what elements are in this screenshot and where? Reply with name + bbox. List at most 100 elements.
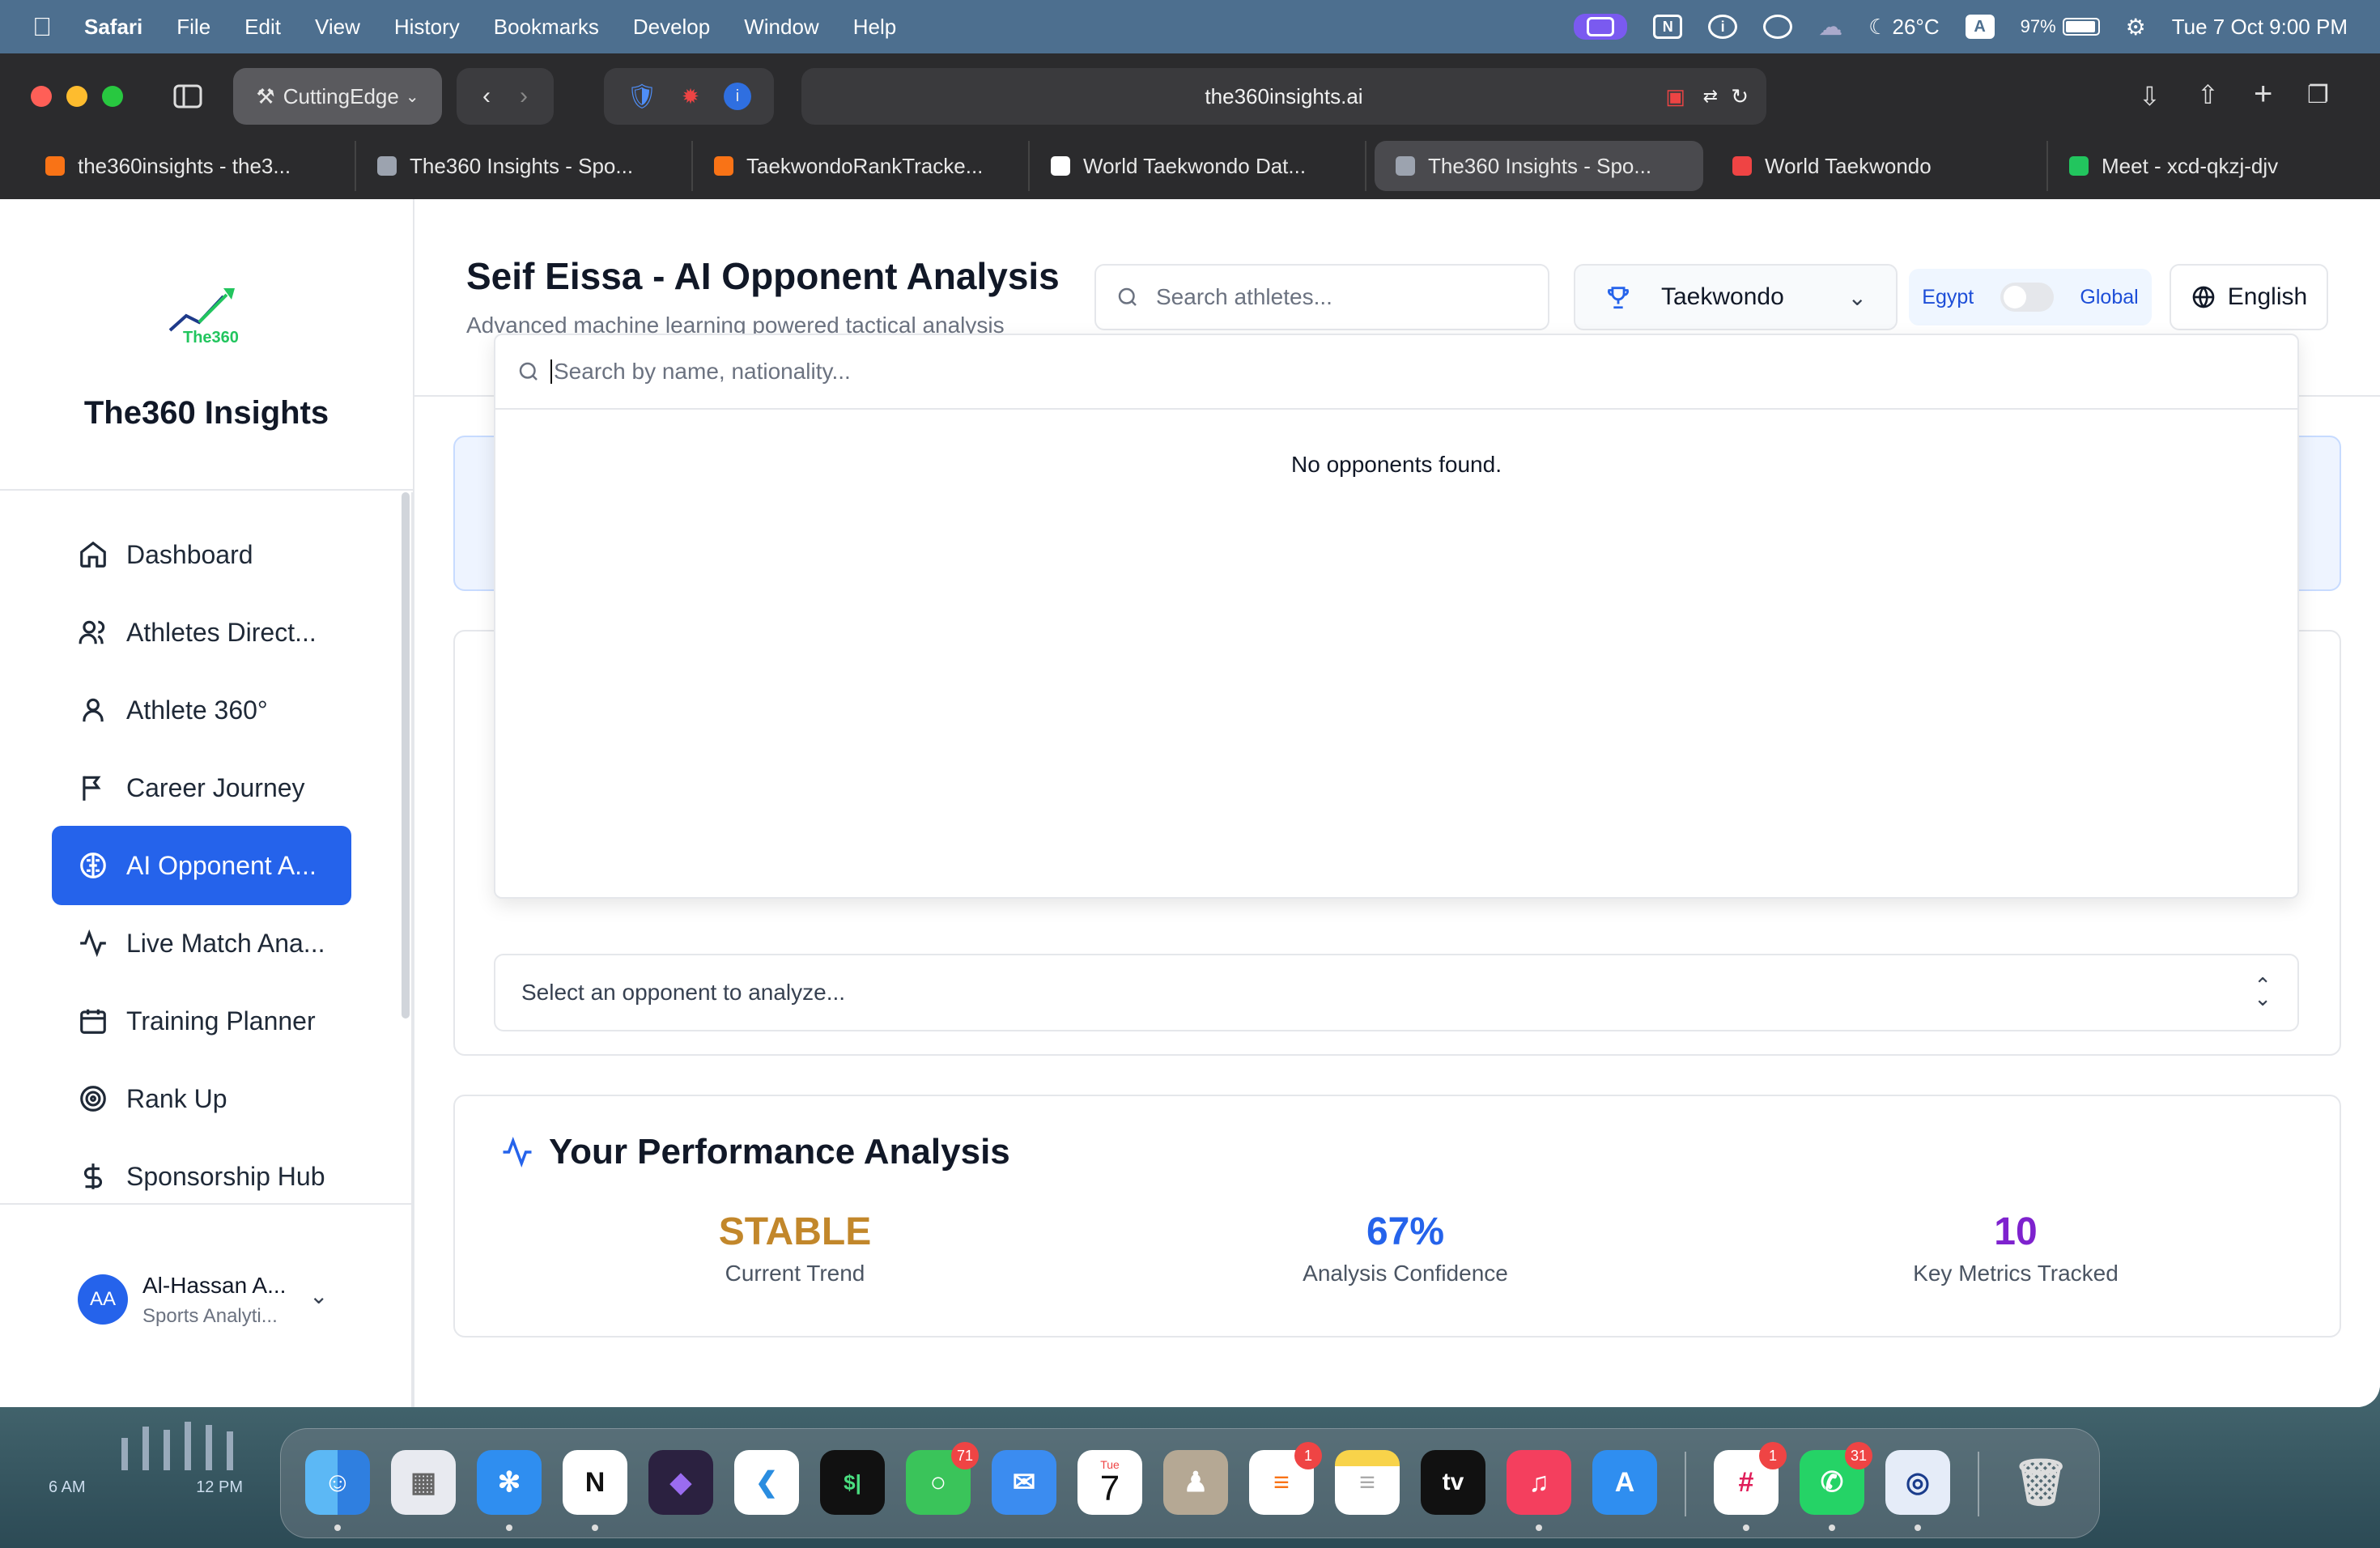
dock-slack-icon[interactable]: #1 [1714, 1442, 1787, 1515]
bug-extension-icon[interactable]: ✹ [682, 84, 699, 109]
tab-title: World Taekwondo Dat... [1083, 153, 1307, 178]
circle-menu-icon[interactable] [1763, 15, 1793, 39]
dock-whatsapp-icon[interactable]: ✆ 31 [1800, 1442, 1872, 1515]
translate-icon[interactable]: ⇄ [1703, 86, 1718, 107]
browser-tab[interactable]: The360 Insights - Spo... [356, 141, 693, 191]
sidebar-toggle-button[interactable] [159, 68, 217, 125]
stat-label: Analysis Confidence [1303, 1261, 1508, 1286]
sidebar-item-rank-up[interactable]: Rank Up [52, 1059, 351, 1138]
running-indicator [1915, 1525, 1921, 1531]
onepassword-menu-icon[interactable]: i [1708, 15, 1738, 39]
region-egypt-label[interactable]: Egypt [1922, 286, 1974, 309]
close-window-button[interactable] [31, 86, 52, 107]
address-bar[interactable]: the360insights.ai ▣ ⇄ ↻ [801, 68, 1766, 125]
chevron-down-icon[interactable]: ⌄ [309, 1282, 328, 1309]
menu-file[interactable]: File [176, 15, 210, 40]
browser-tab[interactable]: TaekwondoRankTracke... [693, 141, 1030, 191]
tab-favicon-icon [714, 156, 733, 176]
downloads-icon[interactable]: ⇩ [2139, 81, 2161, 112]
recording-icon[interactable]: ▣ [1665, 84, 1685, 109]
share-icon[interactable]: ⇧ [2197, 79, 2219, 110]
sidebar-item-live-match-analysis[interactable]: Live Match Ana... [52, 904, 351, 983]
badge: 1 [1759, 1442, 1787, 1469]
dock-finder-icon[interactable]: ☺ [305, 1450, 370, 1515]
dock-onepassword-icon[interactable]: ◎ [1885, 1450, 1950, 1515]
dock-notes-icon[interactable]: ≡ [1335, 1450, 1400, 1515]
menu-help[interactable]: Help [853, 15, 896, 40]
dock-reminders-icon[interactable]: ≡ 1 [1249, 1442, 1322, 1515]
shield-extension-icon[interactable]: 🛡 [627, 83, 657, 111]
user-footer[interactable]: AA Al-Hassan A... Sports Analyti... ⌄ [0, 1203, 411, 1407]
apple-menu-icon[interactable]:  [32, 12, 52, 42]
battery-status[interactable]: 97% [2021, 16, 2100, 37]
new-tab-icon[interactable]: + [2254, 76, 2272, 113]
menu-window[interactable]: Window [744, 15, 818, 40]
sidebar-item-label: Training Planner [126, 1006, 316, 1036]
browser-tab-active[interactable]: The360 Insights - Spo... [1375, 141, 1703, 191]
dock-tv-icon[interactable]: tv [1421, 1450, 1485, 1515]
opponent-search-input[interactable]: Search by name, nationality... [495, 335, 2297, 410]
athlete-search-input[interactable]: Search athletes... [1094, 264, 1549, 330]
menu-view[interactable]: View [315, 15, 360, 40]
desktop-widget: 6 AM 12 PM [49, 1414, 259, 1511]
opponent-search-popover: Search by name, nationality... No oppone… [494, 334, 2299, 899]
dock-safari-icon[interactable]: ✻ [477, 1450, 542, 1515]
zoom-window-button[interactable] [102, 86, 123, 107]
sidebar-item-athlete-360[interactable]: Athlete 360° [52, 670, 351, 750]
dock-music-icon[interactable]: ♫ [1507, 1450, 1571, 1515]
sidebar-item-dashboard[interactable]: Dashboard [52, 515, 351, 594]
menu-clock[interactable]: Tue 7 Oct 9:00 PM [2172, 15, 2348, 40]
control-center-icon[interactable]: ⚙ [2126, 14, 2146, 40]
minimize-window-button[interactable] [66, 86, 87, 107]
dock-obsidian-icon[interactable]: ◆ [648, 1450, 713, 1515]
profile-button[interactable]: ⚒ CuttingEdge ⌄ [233, 68, 442, 125]
menu-history[interactable]: History [394, 15, 460, 40]
menu-bookmarks[interactable]: Bookmarks [494, 15, 599, 40]
browser-tab[interactable]: World Taekwondo Dat... [1030, 141, 1366, 191]
input-source-icon[interactable]: A [1965, 15, 1995, 39]
browser-tab[interactable]: World Taekwondo [1711, 141, 2048, 191]
performance-title-text: Your Performance Analysis [549, 1132, 1010, 1172]
sidebar-item-training-planner[interactable]: Training Planner [52, 981, 351, 1061]
dock-terminal-icon[interactable]: $| [820, 1450, 885, 1515]
moon-icon: ☾ [1868, 14, 1888, 39]
dock-contacts-icon[interactable]: ♟ [1163, 1450, 1228, 1515]
notion-menu-icon[interactable]: N [1653, 15, 1683, 39]
forward-icon[interactable]: › [520, 83, 528, 110]
dock-calendar-icon[interactable]: Tue 7 [1077, 1450, 1142, 1515]
dock-messages-icon[interactable]: ○ 71 [906, 1442, 979, 1515]
weather-widget[interactable]: ☾ 26°C [1868, 15, 1939, 40]
browser-tab[interactable]: Meet - xcd-qkzj-djv [2048, 141, 2340, 191]
dock-notion-icon[interactable]: N [563, 1450, 627, 1515]
tab-favicon-icon [45, 156, 65, 176]
dock-appstore-icon[interactable]: A [1592, 1450, 1657, 1515]
tab-title: the360insights - the3... [78, 153, 291, 178]
reload-icon[interactable]: ↻ [1731, 84, 1749, 109]
back-icon[interactable]: ‹ [482, 83, 491, 110]
stat-value: 67% [1366, 1210, 1445, 1253]
region-global-label[interactable]: Global [2080, 286, 2138, 309]
region-toggle[interactable] [2000, 283, 2054, 312]
onepassword-extension-icon[interactable]: i [723, 83, 751, 110]
dock: ☺ ▦ ✻ N ◆ ❮ $| ○ 71 ✉ Tue 7 ♟ ≡ 1 ≡ tv ♫ A… [280, 1428, 2100, 1538]
sidebar-scrollbar[interactable] [402, 492, 410, 1019]
dock-launchpad-icon[interactable]: ▦ [391, 1450, 456, 1515]
menu-edit[interactable]: Edit [244, 15, 281, 40]
language-button[interactable]: English [2170, 264, 2328, 330]
browser-tab[interactable]: the360insights - the3... [24, 141, 356, 191]
dock-vscode-icon[interactable]: ❮ [734, 1450, 799, 1515]
dock-trash-icon[interactable]: 🗑 [2008, 1450, 2073, 1515]
search-icon [519, 362, 538, 381]
sidebar-item-career-journey[interactable]: Career Journey [52, 748, 351, 827]
chevron-down-icon: ⌄ [405, 87, 419, 106]
sport-select[interactable]: Taekwondo ⌄ [1574, 264, 1898, 330]
sidebar-item-athletes-directory[interactable]: Athletes Direct... [52, 593, 351, 672]
sidebar-item-ai-opponent-analysis[interactable]: AI Opponent A... [52, 826, 351, 905]
screen-share-icon[interactable] [1574, 14, 1628, 40]
menu-app-name[interactable]: Safari [84, 15, 142, 40]
opponent-select[interactable]: Select an opponent to analyze... ⌃ ⌄ [494, 954, 2299, 1031]
menu-develop[interactable]: Develop [633, 15, 710, 40]
cloud-icon[interactable]: ☁ [1818, 13, 1842, 41]
tab-overview-icon[interactable]: ❐ [2307, 81, 2329, 109]
dock-mail-icon[interactable]: ✉ [992, 1450, 1056, 1515]
